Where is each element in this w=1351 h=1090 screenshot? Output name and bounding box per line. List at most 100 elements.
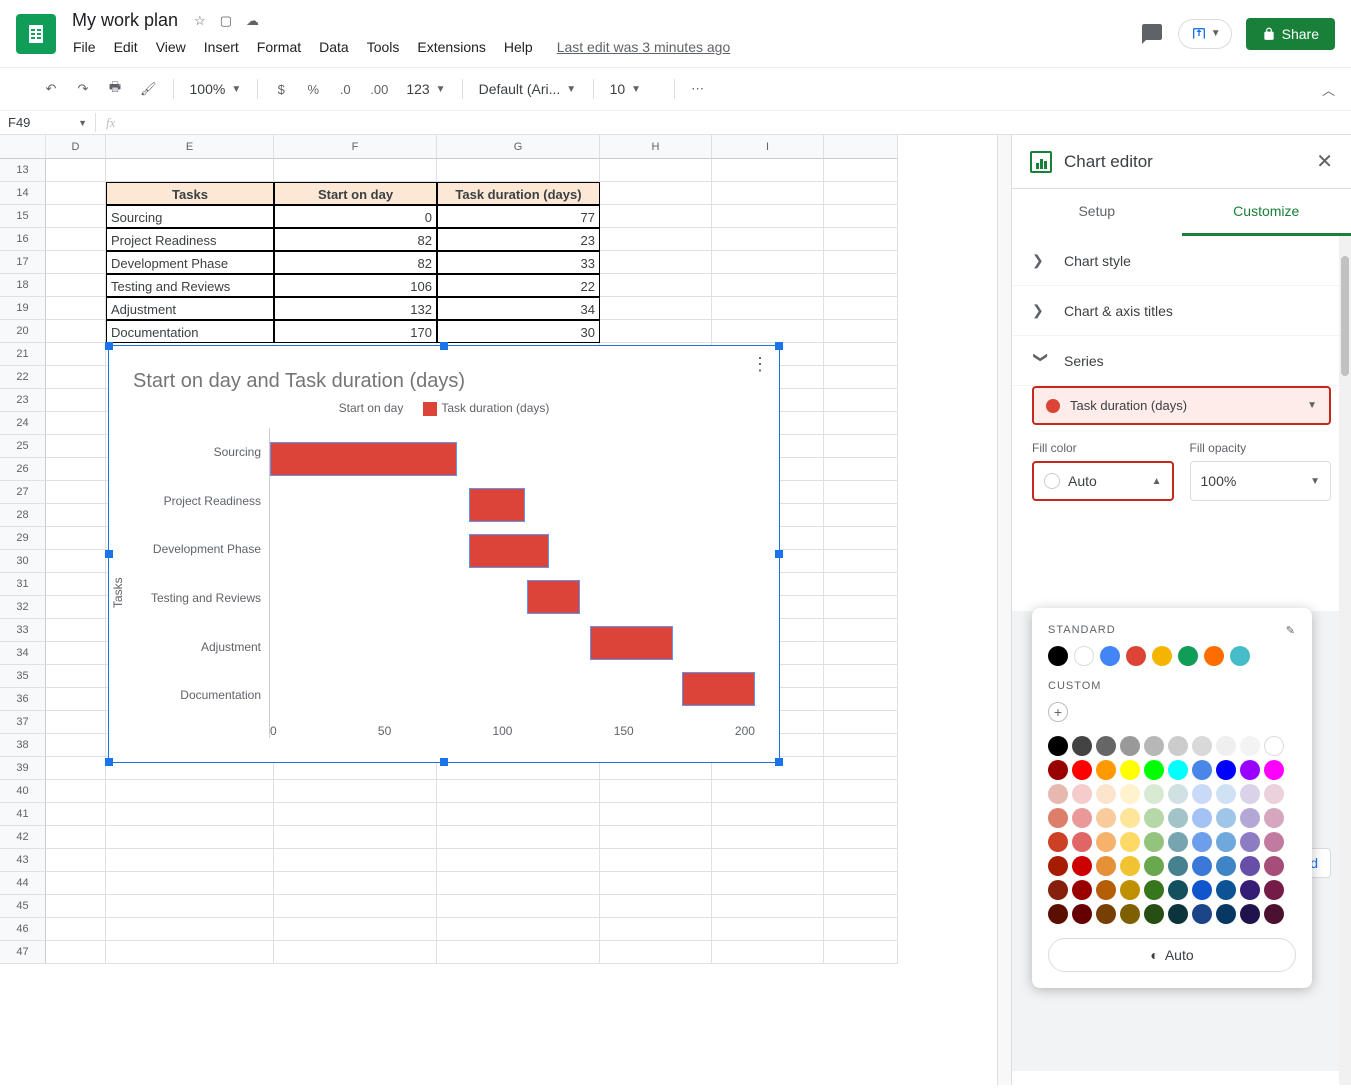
cell[interactable] xyxy=(106,159,274,182)
column-header[interactable]: G xyxy=(437,135,600,159)
cell[interactable] xyxy=(46,941,106,964)
color-swatch[interactable] xyxy=(1100,646,1120,666)
row-header[interactable]: 26 xyxy=(0,458,46,481)
color-swatch[interactable] xyxy=(1120,880,1140,900)
name-box[interactable]: F49▼ xyxy=(0,113,96,132)
fill-color-dropdown[interactable]: Auto ▲ xyxy=(1032,461,1174,501)
row-header[interactable]: 43 xyxy=(0,849,46,872)
color-swatch[interactable] xyxy=(1216,784,1236,804)
column-header[interactable] xyxy=(0,135,46,159)
cell[interactable]: 82 xyxy=(274,228,437,251)
color-swatch[interactable] xyxy=(1168,880,1188,900)
cell[interactable] xyxy=(274,872,437,895)
row-header[interactable]: 32 xyxy=(0,596,46,619)
row-header[interactable]: 47 xyxy=(0,941,46,964)
color-swatch[interactable] xyxy=(1096,808,1116,828)
cell[interactable] xyxy=(824,228,898,251)
cell[interactable] xyxy=(46,596,106,619)
color-swatch[interactable] xyxy=(1240,784,1260,804)
cell[interactable] xyxy=(46,642,106,665)
row-header[interactable]: 37 xyxy=(0,711,46,734)
cell[interactable] xyxy=(106,895,274,918)
cell[interactable] xyxy=(824,389,898,412)
chart-bar[interactable] xyxy=(682,672,755,706)
cell[interactable] xyxy=(824,872,898,895)
color-swatch[interactable] xyxy=(1216,904,1236,924)
row-header[interactable]: 30 xyxy=(0,550,46,573)
color-swatch[interactable] xyxy=(1096,760,1116,780)
chart-bar[interactable] xyxy=(590,626,672,660)
cell[interactable] xyxy=(824,550,898,573)
cell[interactable] xyxy=(437,826,600,849)
row-header[interactable]: 38 xyxy=(0,734,46,757)
color-swatch[interactable] xyxy=(1072,832,1092,852)
tab-customize[interactable]: Customize xyxy=(1182,189,1351,236)
color-swatch[interactable] xyxy=(1240,856,1260,876)
cell[interactable]: 33 xyxy=(437,251,600,274)
cell[interactable] xyxy=(712,803,824,826)
color-swatch[interactable] xyxy=(1096,736,1116,756)
row-header[interactable]: 23 xyxy=(0,389,46,412)
vertical-scrollbar[interactable] xyxy=(997,135,1011,1085)
color-swatch[interactable] xyxy=(1048,856,1068,876)
row-header[interactable]: 18 xyxy=(0,274,46,297)
last-edit-link[interactable]: Last edit was 3 minutes ago xyxy=(550,35,738,59)
menu-insert[interactable]: Insert xyxy=(197,35,246,59)
cell[interactable]: Testing and Reviews xyxy=(106,274,274,297)
color-swatch[interactable] xyxy=(1144,832,1164,852)
cell[interactable] xyxy=(106,780,274,803)
cell[interactable] xyxy=(824,481,898,504)
cell[interactable] xyxy=(600,182,712,205)
cell[interactable] xyxy=(712,159,824,182)
cell[interactable] xyxy=(46,711,106,734)
cell[interactable]: 106 xyxy=(274,274,437,297)
sidebar-scrollbar[interactable] xyxy=(1339,236,1351,1085)
zoom-select[interactable]: 100%▼ xyxy=(184,77,248,101)
cell[interactable] xyxy=(46,228,106,251)
auto-color-button[interactable]: ◐ Auto xyxy=(1048,938,1296,972)
column-header[interactable]: I xyxy=(712,135,824,159)
cell[interactable] xyxy=(824,826,898,849)
menu-help[interactable]: Help xyxy=(497,35,540,59)
color-swatch[interactable] xyxy=(1240,808,1260,828)
cell[interactable] xyxy=(46,435,106,458)
more-icon[interactable]: ⋯ xyxy=(685,75,711,103)
cell[interactable] xyxy=(600,849,712,872)
cell[interactable] xyxy=(824,757,898,780)
cell[interactable] xyxy=(46,688,106,711)
cell[interactable]: Documentation xyxy=(106,320,274,343)
section-chart-titles[interactable]: ❯Chart & axis titles xyxy=(1012,286,1351,335)
cell[interactable] xyxy=(600,159,712,182)
cell[interactable] xyxy=(106,918,274,941)
edit-icon[interactable]: ✎ xyxy=(1286,624,1296,637)
cell[interactable] xyxy=(46,550,106,573)
cell[interactable] xyxy=(824,182,898,205)
cell[interactable] xyxy=(600,826,712,849)
resize-handle[interactable] xyxy=(105,342,113,350)
row-header[interactable]: 14 xyxy=(0,182,46,205)
cell[interactable] xyxy=(437,895,600,918)
color-swatch[interactable] xyxy=(1216,856,1236,876)
cell[interactable] xyxy=(274,159,437,182)
resize-handle[interactable] xyxy=(440,342,448,350)
chart-menu-icon[interactable]: ⋮ xyxy=(751,354,769,375)
chart-bar[interactable] xyxy=(469,488,525,522)
undo-icon[interactable]: ↶ xyxy=(38,75,64,103)
chart-bar[interactable] xyxy=(527,580,580,614)
cell[interactable] xyxy=(600,803,712,826)
cell[interactable] xyxy=(600,872,712,895)
color-swatch[interactable] xyxy=(1144,784,1164,804)
number-format-select[interactable]: 123▼ xyxy=(400,77,451,101)
cell[interactable] xyxy=(46,734,106,757)
currency-icon[interactable]: $ xyxy=(268,76,294,103)
color-swatch[interactable] xyxy=(1126,646,1146,666)
color-swatch[interactable] xyxy=(1144,904,1164,924)
chart-bar[interactable] xyxy=(469,534,549,568)
cell[interactable] xyxy=(46,412,106,435)
cell[interactable] xyxy=(824,251,898,274)
font-size-select[interactable]: 10▼ xyxy=(604,77,664,101)
color-swatch[interactable] xyxy=(1216,880,1236,900)
color-swatch[interactable] xyxy=(1120,784,1140,804)
cell[interactable] xyxy=(46,274,106,297)
cell[interactable]: Sourcing xyxy=(106,205,274,228)
